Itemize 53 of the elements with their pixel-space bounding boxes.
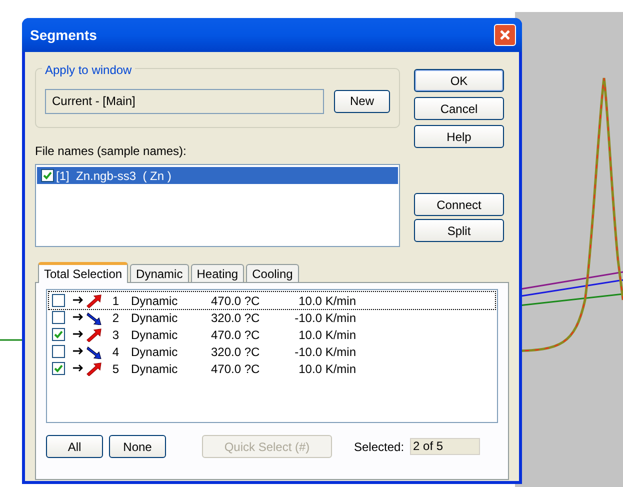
all-button[interactable]: All <box>46 435 103 458</box>
checkmark-icon <box>43 171 52 180</box>
segment-number: 4 <box>111 344 119 360</box>
segment-row[interactable]: 4 Dynamic 320.0 ?C -10.0 K/min <box>49 343 495 360</box>
dialog-button[interactable]: OK <box>414 69 504 92</box>
segment-row[interactable]: 5 Dynamic 470.0 ?C 10.0 K/min <box>49 360 495 377</box>
checkbox[interactable] <box>52 294 65 307</box>
dialog-button[interactable]: Split <box>414 219 504 242</box>
segment-number: 5 <box>111 360 119 378</box>
segment-type: Dynamic <box>131 310 179 326</box>
segment-type: Dynamic <box>131 344 179 360</box>
tab[interactable]: Total Selection <box>38 262 128 283</box>
segment-temperature: 470.0 ?C <box>211 360 261 378</box>
checkbox[interactable] <box>52 328 65 341</box>
segment-type: Dynamic <box>131 292 179 310</box>
tab[interactable]: Cooling <box>246 264 299 282</box>
checkbox[interactable] <box>52 362 65 375</box>
window-field[interactable]: Current - [Main] <box>45 88 324 114</box>
checkbox[interactable] <box>52 311 65 324</box>
dialog-button[interactable]: Help <box>414 125 504 148</box>
dialog-button[interactable]: Connect <box>414 193 504 216</box>
segment-rate: -10.0 K/min <box>294 310 356 326</box>
segment-row[interactable]: 2 Dynamic 320.0 ?C -10.0 K/min <box>49 309 495 326</box>
segment-type: Dynamic <box>131 326 179 344</box>
selected-count-field: 2 of 5 <box>410 438 480 455</box>
segment-number: 3 <box>111 326 119 344</box>
segment-temperature: 470.0 ?C <box>211 292 261 310</box>
close-button[interactable] <box>494 24 516 46</box>
segment-rate: 10.0 K/min <box>298 360 356 378</box>
checkmark-icon <box>54 364 63 373</box>
segment-number: 2 <box>111 310 119 326</box>
none-button[interactable]: None <box>109 435 166 458</box>
close-icon <box>499 29 511 41</box>
new-button[interactable]: New <box>334 90 390 112</box>
segment-temperature: 320.0 ?C <box>211 344 261 360</box>
segment-number: 1 <box>111 292 119 310</box>
segment-type: Dynamic <box>131 360 179 378</box>
segment-row[interactable]: 3 Dynamic 470.0 ?C 10.0 K/min <box>49 326 495 343</box>
selected-label: Selected: <box>354 438 404 456</box>
tab[interactable]: Heating <box>190 264 244 282</box>
file-names-label: File names (sample names): <box>35 143 188 160</box>
dialog-button[interactable]: Cancel <box>414 97 504 120</box>
segment-rate: -10.0 K/min <box>294 344 356 360</box>
checkmark-icon <box>54 330 63 339</box>
tab[interactable]: Dynamic <box>130 264 189 282</box>
segment-temperature: 470.0 ?C <box>211 326 261 344</box>
segment-row[interactable]: 1 Dynamic 470.0 ?C 10.0 K/min <box>49 292 495 309</box>
segment-rate: 10.0 K/min <box>298 326 356 344</box>
segment-temperature: 320.0 ?C <box>211 310 261 326</box>
checkbox[interactable] <box>41 169 54 182</box>
segment-rate: 10.0 K/min <box>298 292 356 310</box>
checkbox[interactable] <box>52 345 65 358</box>
window-title: Segments <box>30 26 97 45</box>
